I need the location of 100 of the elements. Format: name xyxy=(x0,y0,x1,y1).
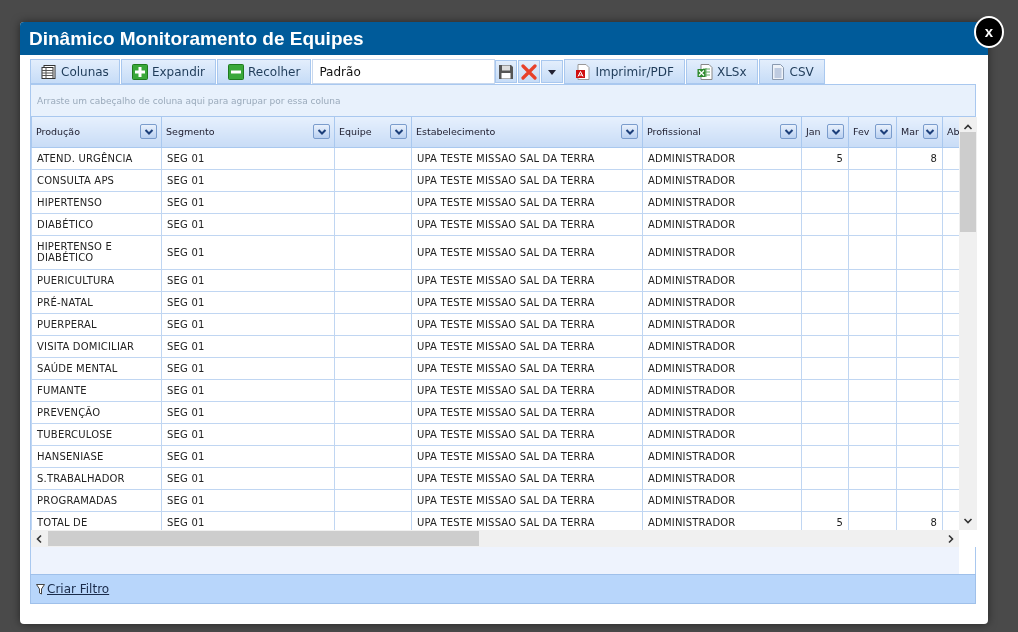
table-cell: SEG 01 xyxy=(161,489,335,511)
horizontal-scrollbar[interactable] xyxy=(31,530,959,547)
chevron-down-icon xyxy=(878,127,889,136)
table-cell: UPA TESTE MISSAO SAL DA TERRA xyxy=(411,191,643,213)
table-cell xyxy=(896,379,943,401)
table-cell xyxy=(848,423,897,445)
table-cell: SEG 01 xyxy=(161,423,335,445)
table-cell xyxy=(848,467,897,489)
table-cell: S.TRABALHADOR xyxy=(31,467,162,489)
table-cell: UPA TESTE MISSAO SAL DA TERRA xyxy=(411,235,643,269)
filter-button[interactable] xyxy=(780,124,797,140)
toolbar-button[interactable]: Recolher xyxy=(217,59,312,84)
table-cell xyxy=(896,335,943,357)
vertical-scrollbar[interactable] xyxy=(959,117,977,530)
table-cell xyxy=(896,235,943,269)
table-cell: ADMINISTRADOR xyxy=(642,445,802,467)
chevron-down-icon xyxy=(624,127,635,136)
table-cell xyxy=(848,401,897,423)
table-cell: PREVENÇÃO xyxy=(31,401,162,423)
table-cell: SEG 01 xyxy=(161,169,335,191)
table-cell: SEG 01 xyxy=(161,379,335,401)
document-icon xyxy=(769,63,786,80)
filter-button[interactable] xyxy=(875,124,892,140)
table-cell xyxy=(896,423,943,445)
create-filter-link[interactable]: Criar Filtro xyxy=(47,582,110,596)
delete-button[interactable] xyxy=(518,60,541,83)
pdf-icon xyxy=(575,63,592,80)
table-cell: UPA TESTE MISSAO SAL DA TERRA xyxy=(411,489,643,511)
toolbar-button[interactable]: Colunas xyxy=(30,59,120,84)
table-cell: SEG 01 xyxy=(161,467,335,489)
table-cell xyxy=(896,401,943,423)
table-cell: SEG 01 xyxy=(161,269,335,291)
table-cell: UPA TESTE MISSAO SAL DA TERRA xyxy=(411,147,643,169)
filter-button[interactable] xyxy=(621,124,638,140)
table-cell: 5 xyxy=(801,147,849,169)
plus-icon xyxy=(131,63,148,80)
table-cell xyxy=(896,313,943,335)
table-cell xyxy=(896,467,943,489)
chevron-down-icon xyxy=(925,127,936,136)
table-cell: SEG 01 xyxy=(161,313,335,335)
close-button[interactable]: x xyxy=(974,16,1004,48)
table-cell xyxy=(848,235,897,269)
column-header[interactable]: Profissional xyxy=(642,117,802,147)
table-cell: SEG 01 xyxy=(161,147,335,169)
scrollbar-thumb[interactable] xyxy=(960,132,976,232)
dropdown-button[interactable] xyxy=(541,60,564,83)
filter-button[interactable] xyxy=(390,124,407,140)
table-cell xyxy=(848,291,897,313)
filter-button[interactable] xyxy=(140,124,157,140)
table-cell xyxy=(896,489,943,511)
toolbar-button[interactable]: CSV xyxy=(758,59,825,84)
table-cell xyxy=(801,423,849,445)
table-cell xyxy=(801,169,849,191)
table-cell xyxy=(896,445,943,467)
table-cell xyxy=(801,235,849,269)
table-cell xyxy=(848,445,897,467)
table-cell: UPA TESTE MISSAO SAL DA TERRA xyxy=(411,379,643,401)
table-cell xyxy=(801,467,849,489)
table-cell xyxy=(848,489,897,511)
table-cell: ADMINISTRADOR xyxy=(642,357,802,379)
table-cell xyxy=(801,401,849,423)
table-cell xyxy=(848,357,897,379)
table-cell: TUBERCULOSE xyxy=(31,423,162,445)
filter-button[interactable] xyxy=(827,124,844,140)
toolbar-button[interactable]: Expandir xyxy=(120,59,217,84)
table-cell xyxy=(896,357,943,379)
dialog-title: Dinâmico Monitoramento de Equipes xyxy=(29,27,364,50)
column-header[interactable]: Estabelecimento xyxy=(411,117,643,147)
scrollbar-thumb[interactable] xyxy=(48,531,479,546)
table-cell: SEG 01 xyxy=(161,335,335,357)
column-header[interactable]: Segmento xyxy=(161,117,335,147)
filter-button[interactable] xyxy=(313,124,330,140)
table-cell: ADMINISTRADOR xyxy=(642,235,802,269)
table-cell xyxy=(801,191,849,213)
toolbar-button[interactable]: Imprimir/PDF xyxy=(564,59,685,84)
column-header[interactable]: Mar xyxy=(896,117,943,147)
table-cell: UPA TESTE MISSAO SAL DA TERRA xyxy=(411,269,643,291)
table-cell: SEG 01 xyxy=(161,291,335,313)
table-cell: UPA TESTE MISSAO SAL DA TERRA xyxy=(411,423,643,445)
column-header[interactable]: Produção xyxy=(31,117,162,147)
table-cell: ADMINISTRADOR xyxy=(642,213,802,235)
chevron-down-icon xyxy=(143,127,154,136)
filter-button[interactable] xyxy=(922,124,938,140)
table-cell: SEG 01 xyxy=(161,191,335,213)
table-cell: HIPERTENSO E DIABÉTICO xyxy=(31,235,162,269)
table-cell xyxy=(896,191,943,213)
column-header[interactable]: Equipe xyxy=(334,117,412,147)
table-cell: ADMINISTRADOR xyxy=(642,379,802,401)
table-cell xyxy=(801,213,849,235)
layout-field[interactable]: Padrão xyxy=(312,59,496,84)
table-cell xyxy=(896,169,943,191)
column-header[interactable]: Jan xyxy=(801,117,849,147)
chevron-left-icon xyxy=(35,533,43,544)
table-cell xyxy=(896,213,943,235)
table-cell: ADMINISTRADOR xyxy=(642,147,802,169)
table-cell: SEG 01 xyxy=(161,357,335,379)
table-cell: VISITA DOMICILIAR xyxy=(31,335,162,357)
column-header[interactable]: Fev xyxy=(848,117,897,147)
save-button[interactable] xyxy=(495,60,518,83)
toolbar-button[interactable]: XLSx xyxy=(685,59,758,84)
